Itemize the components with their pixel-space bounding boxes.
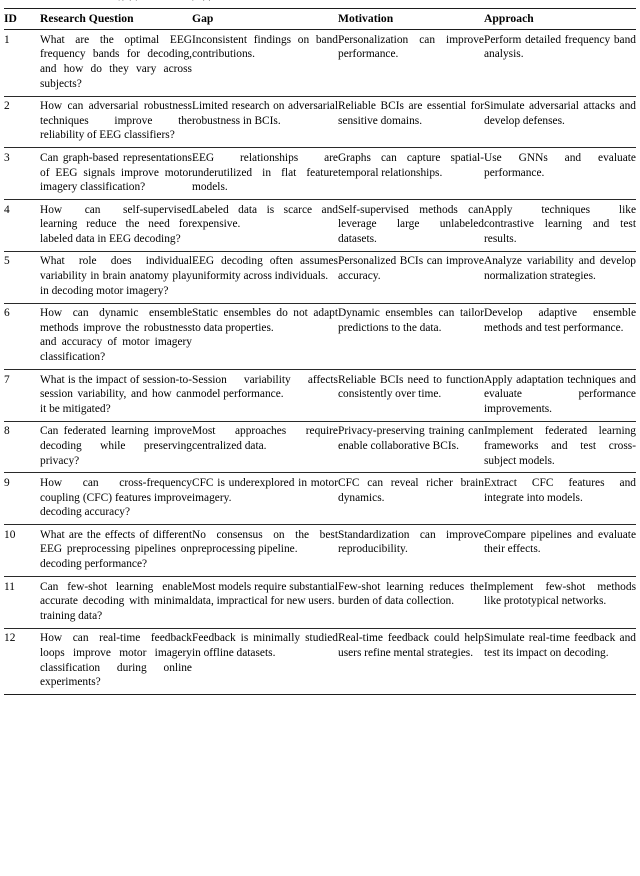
row-cell-question: How can real-time feedback loops improve…: [40, 627, 192, 695]
table-body: 1 What are the optimal EEG frequency band…: [4, 30, 636, 696]
row-cell-question: Can graph-based representations of EEG s…: [40, 147, 192, 200]
row-cell-approach: Apply adaptation techniques and evaluate…: [484, 368, 636, 422]
row-cell-gap: Inconsistent findings on band contributi…: [192, 33, 338, 61]
row-cell-approach: Implement federated learning frameworks …: [484, 420, 636, 473]
column-header-gap: Gap: [192, 7, 338, 31]
row-cell-motivation: Personalization can improve performance.: [338, 33, 484, 61]
row-cell-gap: EEG decoding often assumes uniformity ac…: [192, 250, 338, 304]
row-cell-gap: Static ensembles do not adapt to data pr…: [192, 302, 338, 370]
table-header: ID Research Question Gap Motivation Appr…: [4, 7, 636, 31]
row-cell-approach: Analyze variability and develop normaliz…: [484, 250, 636, 304]
row-cell-approach: Apply techniques like contrastive learni…: [484, 199, 636, 252]
row-cell-id: 8: [4, 420, 40, 473]
row-cell-approach: Simulate real-time feedback and test its…: [484, 627, 636, 695]
document-page: gap, motivation, approach ID Research Qu…: [0, 0, 640, 876]
row-cell-id: 7: [4, 368, 40, 422]
row-cell-id: 1: [4, 33, 10, 46]
column-header-motivation: Motivation: [338, 7, 484, 31]
row-cell-gap: Most models require substantial data, im…: [192, 575, 338, 629]
row-cell-gap: No consensus on the best preprocessing p…: [192, 524, 338, 577]
row-cell-gap: Session variability affects model perfor…: [192, 368, 338, 422]
row-cell-approach: Extract CFC features and integrate into …: [484, 472, 636, 525]
table-row: 3 Can graph-based representations of EEG …: [4, 147, 636, 200]
row-cell-motivation: Reliable BCIs are essential for sensitiv…: [338, 95, 484, 148]
row-cell-question: How can dynamic ensemble methods improve…: [40, 302, 192, 370]
table-header-row: ID Research Question Gap Motivation Appr…: [4, 7, 636, 31]
row-cell-id: 10: [4, 524, 40, 577]
table-row: 10 What are the effects of different EEG …: [4, 524, 636, 577]
table-row: 8 Can federated learning improve decoding…: [4, 420, 636, 473]
row-cell-approach: Develop adaptive ensemble methods and te…: [484, 302, 636, 370]
row-cell-question: Can few-shot learning enable accurate de…: [40, 575, 192, 629]
table-row: 7 What is the impact of session-to-sessio…: [4, 368, 636, 422]
row-cell-approach: Implement few-shot methods like prototyp…: [484, 575, 636, 629]
column-header-approach: Approach: [484, 7, 636, 31]
row-cell-id: 5: [4, 250, 40, 304]
table-row: 4 How can self-supervised learning reduce…: [4, 199, 636, 252]
row-cell-gap: Most approaches require centralized data…: [192, 420, 338, 473]
row-cell-id: 4: [4, 199, 40, 252]
row-cell-id: 9: [4, 472, 40, 525]
clipped-caption-text: gap, motivation, approach: [118, 0, 538, 1]
row-cell-gap: Labeled data is scarce and expensive.: [192, 199, 338, 252]
row-cell-motivation: Few-shot learning reduces the burden of …: [338, 575, 484, 629]
row-cell-id: 12: [4, 627, 40, 695]
row-cell-question: What are the optimal EEG frequency bands…: [40, 33, 192, 90]
row-cell-motivation: Privacy-preserving training can enable c…: [338, 420, 484, 473]
table-row: 12 How can real-time feedback loops impro…: [4, 627, 636, 695]
row-cell-motivation: Graphs can capture spatial-temporal rela…: [338, 147, 484, 200]
row-cell-gap: Limited research on adversarial robustne…: [192, 95, 338, 148]
row-cell-question: What is the impact of session-to-session…: [40, 368, 192, 422]
row-cell-question: How can adversarial robustness technique…: [40, 95, 192, 148]
row-cell-motivation: Personalized BCIs can improve accuracy.: [338, 250, 484, 304]
row-cell-approach: Compare pipelines and evaluate their eff…: [484, 524, 636, 577]
table-row: 1 What are the optimal EEG frequency band…: [4, 30, 636, 96]
row-cell-approach: Simulate adversarial attacks and develop…: [484, 95, 636, 148]
column-header-question: Research Question: [40, 7, 192, 31]
table-row: 5 What role does individual variability i…: [4, 250, 636, 304]
row-cell-question: How can cross-frequency coupling (CFC) f…: [40, 472, 192, 525]
row-cell-motivation: Standardization can improve reproducibil…: [338, 524, 484, 577]
row-cell-approach: Use GNNs and evaluate performance.: [484, 147, 636, 200]
row-cell-motivation: Self-supervised methods can leverage lar…: [338, 199, 484, 252]
row-cell-id: 6: [4, 302, 40, 370]
table-bottom-rule: [4, 694, 636, 696]
row-cell-motivation: Dynamic ensembles can tailor predictions…: [338, 302, 484, 370]
research-questions-table: ID Research Question Gap Motivation Appr…: [4, 7, 636, 696]
column-header-id: ID: [4, 7, 40, 31]
row-cell-id: 3: [4, 147, 40, 200]
row-cell-gap: Feedback is minimally studied in offline…: [192, 627, 338, 695]
table-row: 11 Can few-shot learning enable accurate …: [4, 575, 636, 629]
table-bottom-rule-cell: [4, 694, 636, 696]
table-row: 2 How can adversarial robustness techniqu…: [4, 95, 636, 148]
table-row: 9 How can cross-frequency coupling (CFC) …: [4, 472, 636, 525]
row-cell-gap: EEG relationships are underutilized in f…: [192, 147, 338, 200]
row-cell-question: What role does individual variability in…: [40, 250, 192, 304]
row-cell-id: 11: [4, 575, 40, 629]
row-cell-motivation: Real-time feedback could help users refi…: [338, 627, 484, 695]
row-cell-motivation: CFC can reveal richer brain dynamics.: [338, 472, 484, 525]
row-cell-gap: CFC is underexplored in motor imagery.: [192, 472, 338, 525]
row-cell-question: What are the effects of different EEG pr…: [40, 524, 192, 577]
row-cell-approach: Perform detailed frequency band analysis…: [484, 33, 636, 61]
row-cell-question: How can self-supervised learning reduce …: [40, 199, 192, 252]
row-cell-id: 2: [4, 95, 40, 148]
row-cell-motivation: Reliable BCIs need to function consisten…: [338, 368, 484, 422]
row-cell-question: Can federated learning improve decoding …: [40, 420, 192, 473]
table-row: 6 How can dynamic ensemble methods improv…: [4, 302, 636, 370]
